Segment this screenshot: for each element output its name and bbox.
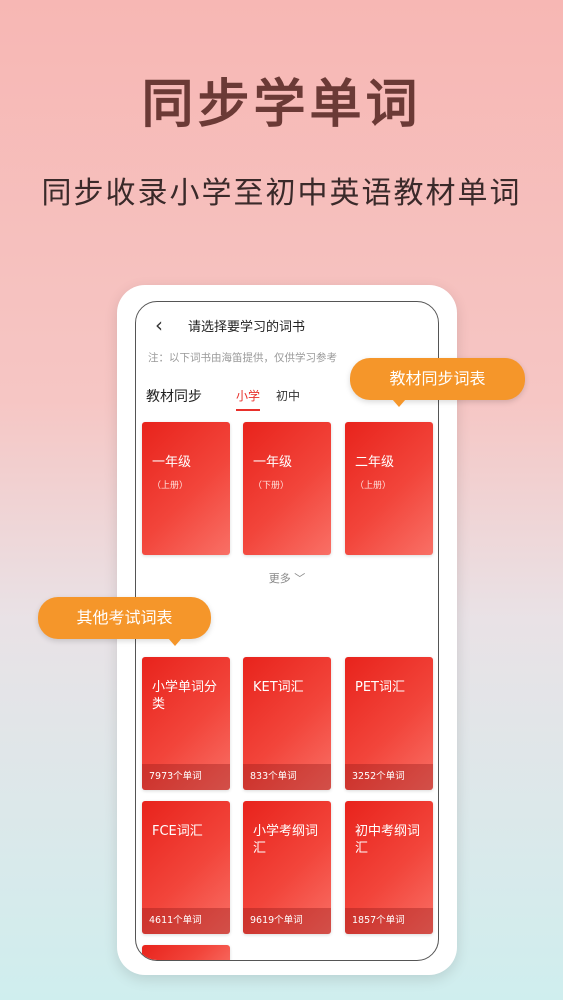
tab-primary[interactable]: 小学 — [236, 387, 261, 411]
exam-card-partial[interactable] — [142, 945, 230, 960]
chevron-left-icon[interactable]: ‹ — [148, 314, 170, 336]
card-word-count: 3252个单词 — [345, 764, 433, 790]
card-word-count: 4611个单词 — [142, 908, 230, 934]
card-subtitle: （上册） — [152, 481, 189, 491]
card-title: PET词汇 — [355, 680, 405, 695]
textbook-card[interactable]: 一年级 （上册） — [142, 422, 230, 555]
card-subtitle: （上册） — [355, 481, 392, 491]
callout-exam-list: 其他考试词表 — [38, 597, 211, 646]
card-title: 一年级 — [253, 455, 293, 470]
textbook-card[interactable]: 二年级 （上册） — [345, 422, 433, 555]
card-title: 二年级 — [355, 455, 395, 470]
exam-card[interactable]: FCE词汇 4611个单词 — [142, 801, 230, 934]
card-title: 小学单词分类 — [152, 680, 218, 712]
card-title: 小学考纲词汇 — [253, 824, 319, 856]
promo-headline: 同步学单词 — [141, 74, 422, 135]
card-word-count: 9619个单词 — [243, 908, 331, 934]
card-word-count: 1857个单词 — [345, 908, 433, 934]
tab-junior[interactable]: 初中 — [276, 387, 300, 409]
more-button[interactable]: 更多 ﹀ — [136, 570, 438, 586]
exam-card[interactable]: KET词汇 833个单词 — [243, 657, 331, 790]
promo-subline: 同步收录小学至初中英语教材单词 — [41, 176, 522, 211]
exam-card[interactable]: PET词汇 3252个单词 — [345, 657, 433, 790]
card-word-count: 833个单词 — [243, 764, 331, 790]
page-title: 请选择要学习的词书 — [188, 320, 306, 335]
card-title: KET词汇 — [253, 680, 304, 695]
card-subtitle: （下册） — [253, 481, 290, 491]
exam-card[interactable]: 初中考纲词汇 1857个单词 — [345, 801, 433, 934]
card-title: 初中考纲词汇 — [355, 824, 421, 856]
card-word-count: 7973个单词 — [142, 764, 230, 790]
section-label: 教材同步 — [146, 389, 202, 405]
card-title: 一年级 — [152, 455, 192, 470]
exam-card[interactable]: 小学单词分类 7973个单词 — [142, 657, 230, 790]
card-title: FCE词汇 — [152, 824, 203, 839]
exam-card[interactable]: 小学考纲词汇 9619个单词 — [243, 801, 331, 934]
callout-textbook-list: 教材同步词表 — [350, 358, 525, 407]
textbook-card[interactable]: 一年级 （下册） — [243, 422, 331, 555]
source-note: 注：以下词书由海笛提供，仅供学习参考 — [148, 352, 337, 364]
